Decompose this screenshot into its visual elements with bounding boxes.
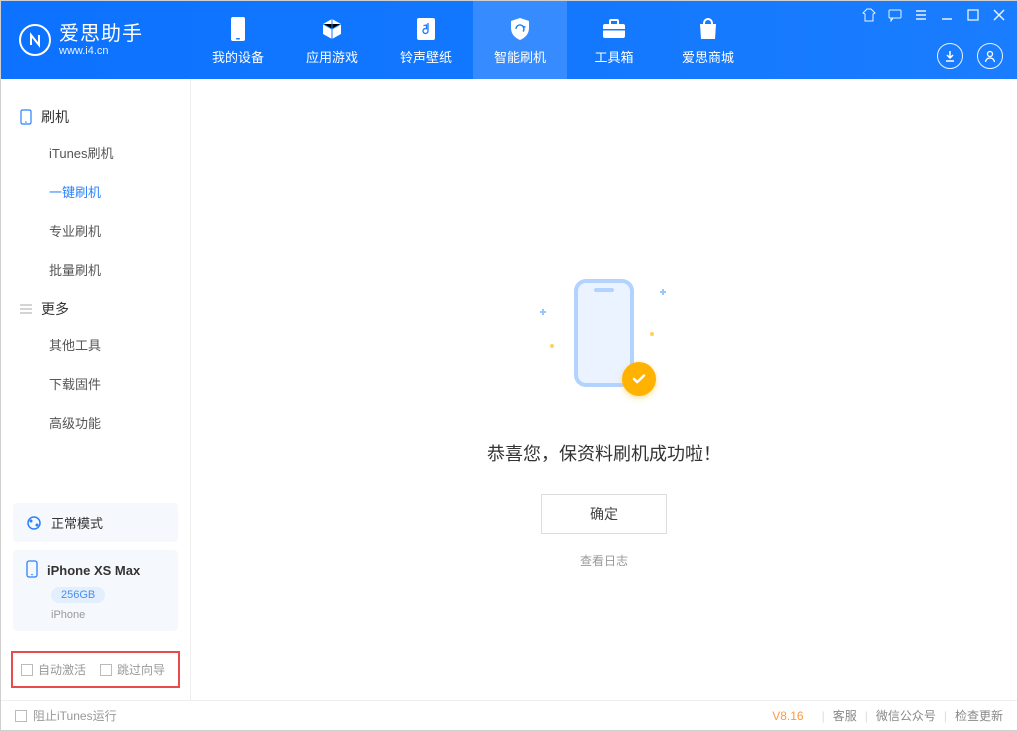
app-body: 刷机 iTunes刷机 一键刷机 专业刷机 批量刷机 更多 其他工具 下载固件 … [1, 79, 1017, 700]
sidebar-checkboxes-highlight: 自动激活 跳过向导 [11, 651, 180, 688]
nav-tab-device[interactable]: 我的设备 [191, 1, 285, 79]
checkbox-box-icon [15, 710, 27, 722]
nav-label: 智能刷机 [494, 47, 546, 66]
sidebar-group-more: 更多 其他工具 下载固件 高级功能 [1, 289, 190, 442]
device-type: iPhone [51, 609, 166, 621]
nav-label: 应用游戏 [306, 47, 358, 66]
logo-icon [19, 24, 51, 56]
list-icon [19, 302, 33, 316]
nav-label: 工具箱 [594, 47, 633, 66]
mode-card[interactable]: 正常模式 [13, 503, 178, 542]
checkbox-label: 阻止iTunes运行 [33, 707, 117, 724]
account-button[interactable] [977, 43, 1003, 69]
main-panel: 恭喜您，保资料刷机成功啦！ 确定 查看日志 [191, 79, 1017, 700]
view-log-link[interactable]: 查看日志 [580, 552, 628, 569]
checkbox-box-icon [100, 664, 112, 676]
device-capacity: 256GB [51, 587, 105, 603]
app-header: 爱思助手 www.i4.cn 我的设备 应用游戏 铃声壁纸 智能刷机 工具箱 爱… [1, 1, 1017, 79]
status-bar: 阻止iTunes运行 V8.16 | 客服 | 微信公众号 | 检查更新 [1, 700, 1017, 730]
sidebar-item-download-firmware[interactable]: 下载固件 [1, 364, 190, 403]
success-illustration [544, 274, 664, 414]
nav-tab-flash[interactable]: 智能刷机 [473, 1, 567, 79]
dot-icon [550, 344, 554, 348]
sparkle-icon [660, 289, 666, 295]
sidebar-item-advanced[interactable]: 高级功能 [1, 403, 190, 442]
checkbox-box-icon [21, 664, 33, 676]
footer-link-update[interactable]: 检查更新 [955, 707, 1003, 724]
brand-name: 爱思助手 [59, 23, 143, 45]
sidebar-group-label: 更多 [41, 299, 69, 319]
nav-tabs: 我的设备 应用游戏 铃声壁纸 智能刷机 工具箱 爱思商城 [191, 1, 755, 79]
shield-refresh-icon [506, 15, 534, 43]
sidebar-group-title: 刷机 [1, 97, 190, 133]
nav-label: 我的设备 [212, 47, 264, 66]
checkbox-block-itunes[interactable]: 阻止iTunes运行 [15, 707, 117, 724]
close-icon[interactable] [991, 7, 1007, 23]
music-file-icon [412, 15, 440, 43]
bag-icon [694, 15, 722, 43]
nav-tab-toolbox[interactable]: 工具箱 [567, 1, 661, 79]
device-icon [224, 15, 252, 43]
sidebar-item-onekey-flash[interactable]: 一键刷机 [1, 172, 190, 211]
checkbox-label: 自动激活 [38, 661, 86, 678]
phone-icon [19, 110, 33, 124]
download-button[interactable] [937, 43, 963, 69]
toolbox-icon [600, 15, 628, 43]
sidebar-item-itunes-flash[interactable]: iTunes刷机 [1, 133, 190, 172]
nav-tab-shop[interactable]: 爱思商城 [661, 1, 755, 79]
sidebar-group-title: 更多 [1, 289, 190, 325]
shirt-icon[interactable] [861, 7, 877, 23]
success-message: 恭喜您，保资料刷机成功啦！ [487, 440, 721, 466]
sparkle-icon [540, 309, 546, 315]
device-phone-icon [25, 560, 39, 581]
sidebar-item-batch-flash[interactable]: 批量刷机 [1, 250, 190, 289]
checkbox-label: 跳过向导 [117, 661, 165, 678]
sidebar-group-flash: 刷机 iTunes刷机 一键刷机 专业刷机 批量刷机 [1, 97, 190, 289]
nav-tab-apps[interactable]: 应用游戏 [285, 1, 379, 79]
nav-label: 爱思商城 [682, 47, 734, 66]
dot-icon [650, 332, 654, 336]
minimize-icon[interactable] [939, 7, 955, 23]
footer-link-wechat[interactable]: 微信公众号 [876, 707, 936, 724]
checkbox-skip-guide[interactable]: 跳过向导 [100, 661, 165, 678]
mode-label: 正常模式 [51, 513, 103, 532]
footer-link-service[interactable]: 客服 [833, 707, 857, 724]
device-name: iPhone XS Max [47, 563, 140, 578]
cube-icon [318, 15, 346, 43]
window-controls [861, 7, 1007, 23]
menu-icon[interactable] [913, 7, 929, 23]
nav-label: 铃声壁纸 [400, 47, 452, 66]
nav-tab-ringtone[interactable]: 铃声壁纸 [379, 1, 473, 79]
brand-url: www.i4.cn [59, 45, 143, 57]
mode-icon [25, 514, 43, 532]
sidebar-item-other-tools[interactable]: 其他工具 [1, 325, 190, 364]
version-label: V8.16 [772, 709, 803, 723]
sidebar: 刷机 iTunes刷机 一键刷机 专业刷机 批量刷机 更多 其他工具 下载固件 … [1, 79, 191, 700]
feedback-icon[interactable] [887, 7, 903, 23]
logo-area: 爱思助手 www.i4.cn [1, 23, 191, 57]
maximize-icon[interactable] [965, 7, 981, 23]
logo-text: 爱思助手 www.i4.cn [59, 23, 143, 57]
header-corner-buttons [937, 43, 1003, 69]
check-badge-icon [622, 362, 656, 396]
confirm-button[interactable]: 确定 [541, 494, 667, 534]
device-card[interactable]: iPhone XS Max 256GB iPhone [13, 550, 178, 631]
sidebar-group-label: 刷机 [41, 107, 69, 127]
sidebar-item-pro-flash[interactable]: 专业刷机 [1, 211, 190, 250]
checkbox-auto-activate[interactable]: 自动激活 [21, 661, 86, 678]
